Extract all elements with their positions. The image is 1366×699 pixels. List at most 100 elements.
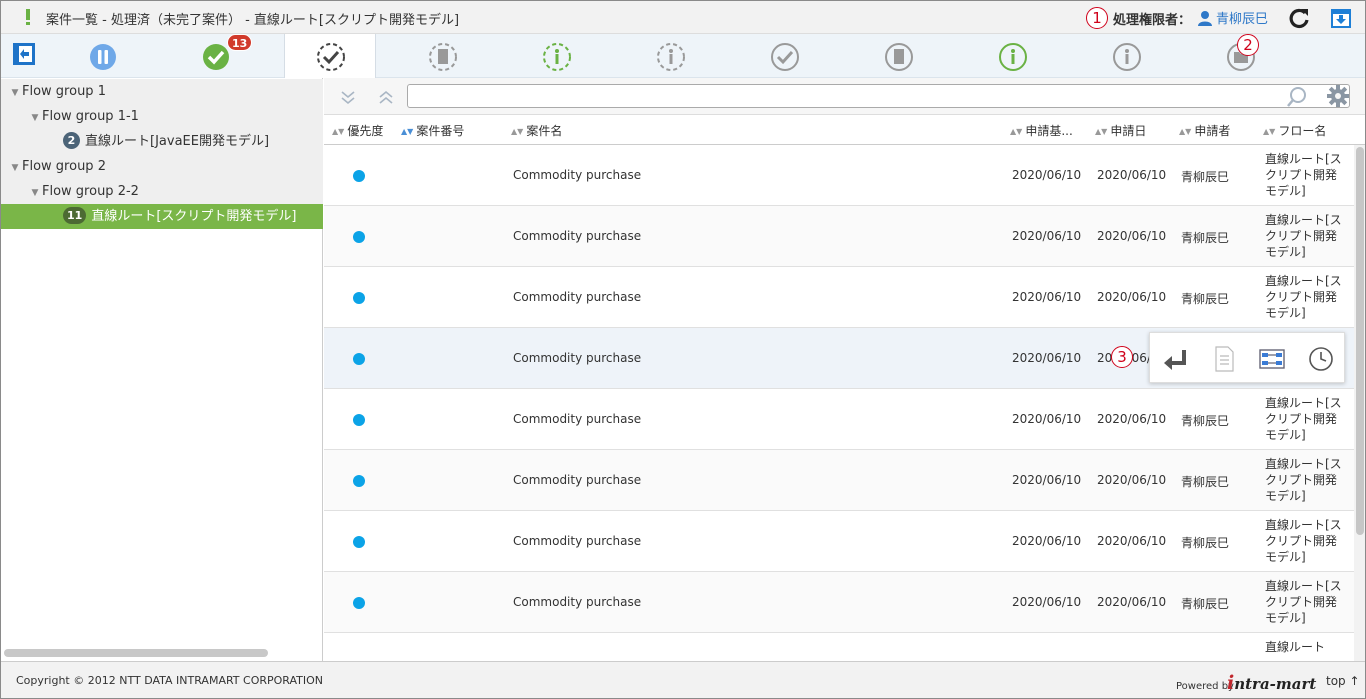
case-name: Commodity purchase [513, 412, 642, 426]
filter-select[interactable]: ▼ [407, 84, 1350, 108]
tree-item-label: 直線ルート[JavaEE開発モデル] [85, 134, 270, 149]
reload-icon[interactable] [1288, 7, 1310, 29]
toolbar-tab-dashed-info-icon[interactable] [625, 34, 717, 78]
tree-group-item[interactable]: ▼ Flow group 1-1 [1, 104, 323, 129]
list-vertical-scrollbar[interactable] [1354, 145, 1365, 661]
case-name: Commodity purchase [513, 229, 642, 243]
apply-date: 2020/06/10 [1097, 290, 1167, 304]
collapse-sidebar-icon[interactable] [12, 42, 36, 66]
collapse-all-icon[interactable] [376, 87, 396, 107]
toolbar-tab-dashed-document-icon[interactable] [397, 34, 489, 78]
tree-group-item[interactable]: ▼ Flow group 1 [1, 79, 323, 104]
authority-user-name: 青柳辰巳 [1216, 12, 1269, 27]
row-action-menu [1149, 332, 1345, 383]
applicant: 青柳辰巳 [1181, 414, 1230, 428]
check-circle-icon [771, 43, 799, 71]
flow-name: 直線ルート [1265, 640, 1326, 654]
page-title: 案件一覧 - 処理済（未完了案件） - 直線ルート[スクリプト開発モデル] [46, 13, 460, 28]
pause-icon [90, 44, 116, 70]
tree-flow-item[interactable]: 11 直線ルート[スクリプト開発モデル] [1, 204, 323, 229]
table-row[interactable]: Commodity purchase 2020/06/10 2020/06/10 青柳… [324, 511, 1354, 572]
tree-count-badge: 11 [63, 207, 87, 224]
expand-triangle-icon[interactable]: ▼ [8, 81, 22, 106]
case-name: Commodity purchase [513, 595, 642, 609]
info-circle-icon [1113, 43, 1141, 71]
priority-dot-icon [353, 414, 365, 426]
column-flow-name[interactable]: ▲▼ フロー名 [1263, 122, 1326, 139]
return-icon[interactable] [1160, 345, 1188, 373]
column-case-number[interactable]: ▲▼ 案件番号 [401, 122, 464, 139]
authority-label: 処理権限者： [1113, 13, 1192, 28]
toolbar-tab-info-circle-icon[interactable] [1081, 34, 1173, 78]
toolbar-tab-check-circle-icon[interactable] [739, 34, 831, 78]
expand-triangle-icon[interactable]: ▼ [28, 106, 42, 131]
authority-user-link[interactable]: 青柳辰巳 [1197, 8, 1268, 27]
toolbar-tab-check-icon[interactable]: 13 [170, 34, 262, 78]
search-icon[interactable] [1286, 86, 1308, 108]
column-priority[interactable]: ▲▼ 優先度 [332, 122, 383, 139]
top-link[interactable]: top ↑ [1326, 674, 1360, 688]
document-icon[interactable] [1210, 345, 1238, 373]
tree-item-label: 直線ルート[スクリプト開発モデル] [91, 209, 297, 224]
flow-name: 直線ルート[スクリプト開発モデル] [1265, 274, 1342, 320]
intra-mart-logo: intra-mart [1227, 672, 1317, 694]
priority-dot-icon [353, 353, 365, 365]
flow-name: 直線ルート[スクリプト開発モデル] [1265, 152, 1342, 198]
info-circle-icon [999, 43, 1027, 71]
applicant: 青柳辰巳 [1181, 231, 1230, 245]
dashed-info-icon [543, 43, 571, 71]
base-date: 2020/06/10 [1012, 595, 1082, 609]
expand-all-icon[interactable] [338, 87, 358, 107]
flow-name: 直線ルート[スクリプト開発モデル] [1265, 518, 1342, 564]
toolbar-tab-info-circle-icon[interactable] [967, 34, 1059, 78]
status-exclamation-icon [26, 9, 30, 25]
dashed-info-icon [657, 43, 685, 71]
column-apply-date[interactable]: ▲▼ 申請日 [1095, 122, 1146, 139]
applicant: 青柳辰巳 [1181, 475, 1230, 489]
tree-item-label: Flow group 1-1 [42, 109, 139, 124]
flow-name: 直線ルート[スクリプト開発モデル] [1265, 579, 1342, 625]
tree-group-item[interactable]: ▼ Flow group 2 [1, 154, 323, 179]
dashed-document-icon [429, 43, 457, 71]
toolbar-tab-dashed-check-icon[interactable] [284, 34, 376, 79]
apply-date: 2020/06/10 [1097, 534, 1167, 548]
priority-dot-icon [353, 597, 365, 609]
column-case-name[interactable]: ▲▼ 案件名 [511, 122, 562, 139]
table-row[interactable]: 直線ルート [324, 633, 1354, 661]
expand-triangle-icon[interactable]: ▼ [28, 181, 42, 206]
table-row[interactable]: Commodity purchase 2020/06/10 2020/06/10 青柳… [324, 267, 1354, 328]
filter-bar: ▼ [324, 78, 1365, 115]
base-date: 2020/06/10 [1012, 229, 1082, 243]
toolbar-tab-document-circle-icon[interactable] [853, 34, 945, 78]
case-list: Commodity purchase 2020/06/10 2020/06/10 青柳… [324, 145, 1354, 661]
base-date: 2020/06/10 [1012, 473, 1082, 487]
applicant: 青柳辰巳 [1181, 292, 1230, 306]
flow-name: 直線ルート[スクリプト開発モデル] [1265, 213, 1342, 259]
download-icon[interactable] [1330, 8, 1352, 29]
table-row[interactable]: Commodity purchase 2020/06/10 2020/06/10 青柳… [324, 450, 1354, 511]
count-badge: 13 [227, 34, 253, 51]
table-row[interactable]: Commodity purchase 2020/06/10 2020/06/10 青柳… [324, 206, 1354, 267]
list-type-toolbar: 13 2 [1, 34, 1365, 79]
priority-dot-icon [353, 475, 365, 487]
table-row[interactable]: Commodity purchase 2020/06/10 2020/06/10 青柳… [324, 145, 1354, 206]
tree-flow-item[interactable]: 2 直線ルート[JavaEE開発モデル] [1, 129, 323, 154]
toolbar-tab-dashed-info-icon[interactable] [511, 34, 603, 78]
toolbar-tab-pause-icon[interactable] [57, 34, 149, 78]
expand-triangle-icon[interactable]: ▼ [8, 156, 22, 181]
apply-date: 2020/06/10 [1097, 412, 1167, 426]
applicant: 青柳辰巳 [1181, 597, 1230, 611]
priority-dot-icon [353, 292, 365, 304]
gear-icon[interactable] [1327, 85, 1349, 107]
column-applicant[interactable]: ▲▼ 申請者 [1179, 122, 1230, 139]
column-base-date[interactable]: ▲▼ 申請基... [1010, 122, 1073, 139]
applicant: 青柳辰巳 [1181, 536, 1230, 550]
dashed-check-icon [317, 43, 345, 71]
tree-group-item[interactable]: ▼ Flow group 2-2 [1, 179, 323, 204]
table-row[interactable]: Commodity purchase 2020/06/10 2020/06/10 青柳… [324, 389, 1354, 450]
history-clock-icon[interactable] [1307, 345, 1335, 373]
flow-name: 直線ルート[スクリプト開発モデル] [1265, 457, 1342, 503]
tree-horizontal-scrollbar[interactable] [4, 649, 268, 657]
table-row[interactable]: Commodity purchase 2020/06/10 2020/06/10 青柳… [324, 572, 1354, 633]
flow-chart-icon[interactable] [1258, 345, 1286, 373]
